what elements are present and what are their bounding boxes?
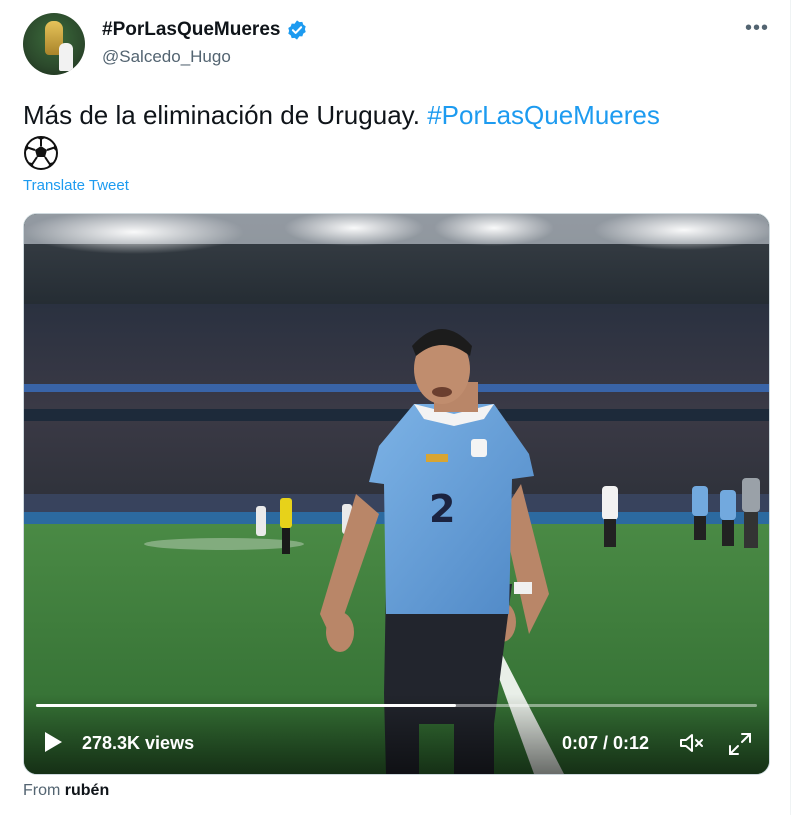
verified-badge-icon [288, 20, 307, 40]
video-time: 0:07 / 0:12 [562, 733, 650, 753]
play-icon[interactable] [42, 730, 64, 754]
video-progress-fill [36, 704, 457, 707]
video-source: From rubén [23, 782, 109, 800]
tweet-card: #PorLasQueMueres @Salcedo_Hugo ••• Más d… [0, 0, 791, 815]
author-display-name[interactable]: #PorLasQueMueres [102, 19, 280, 41]
person-graphic [59, 43, 73, 71]
jersey-number: 2 [429, 487, 455, 531]
avatar[interactable] [23, 13, 85, 75]
source-name[interactable]: rubén [65, 782, 109, 799]
fullscreen-icon[interactable] [727, 731, 753, 757]
soccer-ball-icon [24, 136, 58, 171]
author-handle[interactable]: @Salcedo_Hugo [102, 47, 231, 67]
tweet-text-body: Más de la eliminación de Uruguay. [23, 100, 420, 130]
tweet-text: Más de la eliminación de Uruguay. #PorLa… [23, 97, 773, 171]
video-frame: 2 [24, 214, 769, 774]
volume-muted-icon[interactable] [678, 731, 706, 755]
from-label: From [23, 782, 61, 799]
hashtag-link[interactable]: #PorLasQueMueres [427, 100, 660, 130]
video-player[interactable]: 2 278.3K views 0:07 / 0:12 [23, 213, 770, 775]
translate-tweet-link[interactable]: Translate Tweet [23, 177, 129, 194]
video-progress-bar[interactable] [36, 704, 757, 707]
view-count: 278.3K views [82, 733, 195, 753]
author-name-row[interactable]: #PorLasQueMueres [102, 19, 308, 41]
more-options-icon[interactable]: ••• [745, 18, 769, 38]
